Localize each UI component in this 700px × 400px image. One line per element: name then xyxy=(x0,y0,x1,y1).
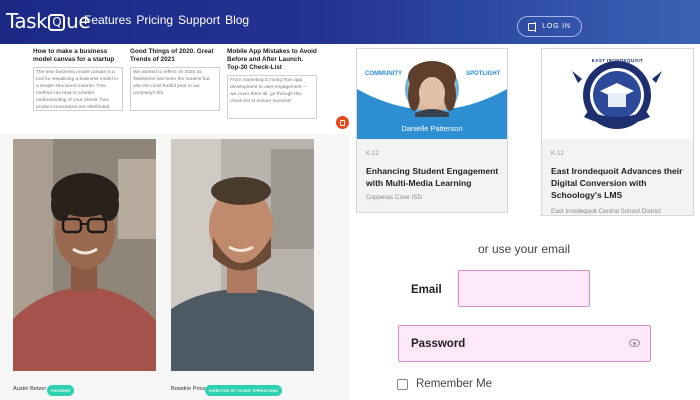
story-card-irondequoit[interactable]: EAST IRONDEQUOIT K-12 East Irondequoit A… xyxy=(541,48,694,216)
blog-excerpt: We wanted to reflect on 2020 as TaskWebs… xyxy=(130,67,220,111)
card-subtitle: Copperas Cove ISD xyxy=(366,194,422,201)
portrait-image xyxy=(171,139,314,371)
nav-features[interactable]: Features xyxy=(84,13,131,27)
login-icon xyxy=(528,21,537,32)
screen: Task Q ue Features Pricing Support Blog … xyxy=(0,0,700,400)
taskque-logo[interactable]: Task Q ue xyxy=(6,8,91,34)
remember-me-checkbox[interactable] xyxy=(397,379,408,390)
spotlight-banner: COMMUNITY SPOTLIGHT Danielle Patterson xyxy=(357,49,507,139)
blog-excerpt: The lean business model canvas is a tool… xyxy=(33,67,123,111)
card-tag: K-12 xyxy=(366,151,379,157)
logo-check-q: Q xyxy=(48,13,66,31)
main-nav: Features Pricing Support Blog xyxy=(84,13,249,27)
team-name: Austin Betzer xyxy=(13,386,47,392)
banner-name: Danielle Patterson xyxy=(401,124,463,133)
clipboard-icon xyxy=(340,119,345,126)
password-label: Password xyxy=(411,338,466,350)
or-use-email-divider: or use your email xyxy=(478,242,571,256)
remember-me-label[interactable]: Remember Me xyxy=(416,378,492,390)
login-button[interactable]: LOG IN xyxy=(517,16,582,37)
portrait-image xyxy=(13,139,156,371)
logo-text-left: Task xyxy=(6,9,48,33)
team-photo-bowdrie xyxy=(171,139,314,371)
role-badge: DIRECTOR OF CLIENT OPERATIONS xyxy=(205,385,282,396)
banner-spotlight: SPOTLIGHT xyxy=(466,71,501,77)
card-title[interactable]: East Irondequoit Advances their Digital … xyxy=(551,165,689,201)
login-label: LOG IN xyxy=(542,23,571,30)
team-photo-austin xyxy=(13,139,156,371)
nav-blog[interactable]: Blog xyxy=(225,13,249,27)
blog-card[interactable]: Mobile App Mistakes to Avoid Before and … xyxy=(227,48,317,119)
blog-card[interactable]: Good Things of 2020. Great Trends of 202… xyxy=(130,48,220,111)
top-navigation-bar: Task Q ue Features Pricing Support Blog … xyxy=(0,0,700,44)
eye-icon[interactable] xyxy=(629,339,640,347)
password-field[interactable]: Password xyxy=(398,325,651,362)
blog-card[interactable]: How to make a business model canvas for … xyxy=(33,48,123,111)
card-title[interactable]: Enhancing Student Engagement with Multi-… xyxy=(366,165,504,189)
district-seal-image: EAST IRONDEQUOIT xyxy=(542,49,693,139)
seal-text: EAST IRONDEQUOIT xyxy=(591,58,644,63)
card-subtitle: East Irondequoit Central School District xyxy=(551,208,661,215)
email-field[interactable] xyxy=(458,270,590,307)
blog-title[interactable]: Mobile App Mistakes to Avoid Before and … xyxy=(227,48,317,72)
blog-title[interactable]: How to make a business model canvas for … xyxy=(33,48,123,64)
blog-excerpt: From marketing to hiring from app develo… xyxy=(227,75,317,119)
story-card-spotlight[interactable]: COMMUNITY SPOTLIGHT Danielle Patterson K… xyxy=(356,48,508,213)
nav-pricing[interactable]: Pricing xyxy=(136,13,173,27)
email-label: Email xyxy=(411,284,442,296)
nav-support[interactable]: Support xyxy=(178,13,220,27)
card-tag: K-12 xyxy=(551,151,564,157)
blog-title[interactable]: Good Things of 2020. Great Trends of 202… xyxy=(130,48,220,64)
team-name: Bowdrie Price xyxy=(171,386,206,392)
role-badge: FOUNDER xyxy=(47,385,75,396)
banner-community: COMMUNITY xyxy=(365,71,402,77)
floating-action-button[interactable] xyxy=(336,116,349,129)
